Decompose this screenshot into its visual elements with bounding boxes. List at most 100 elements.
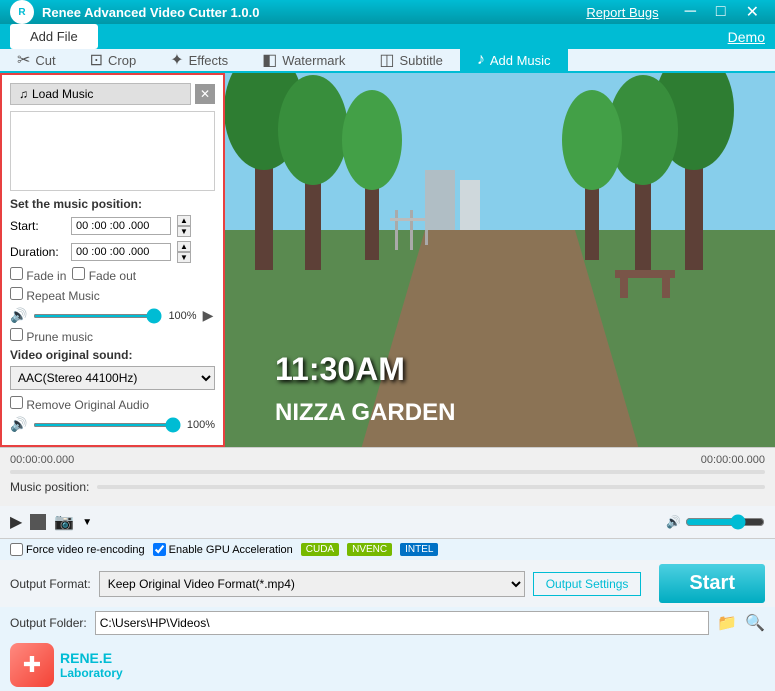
music-play-button[interactable]: ▶ [203, 307, 214, 324]
close-button[interactable]: ✕ [740, 0, 765, 24]
set-position-label: Set the music position: [10, 197, 215, 211]
tab-cut-label: Cut [35, 53, 55, 68]
minimize-button[interactable]: ─ [679, 0, 702, 24]
encoding-bar: Force video re-encoding Enable GPU Accel… [0, 538, 775, 560]
start-time-spinner: ▲ ▼ [177, 215, 191, 237]
folder-path-input[interactable] [95, 611, 709, 635]
output-format-row: Output Format: Keep Original Video Forma… [0, 560, 775, 607]
start-time-input[interactable] [71, 217, 171, 235]
fade-in-checkbox[interactable] [10, 267, 23, 280]
force-encoding-checkbox[interactable] [10, 543, 23, 556]
logo-icon: ✚ [10, 643, 54, 687]
volume-ctrl-icon: 🔊 [666, 515, 681, 529]
svg-text:NIZZA GARDEN: NIZZA GARDEN [275, 399, 455, 426]
tab-add-music[interactable]: ♪ Add Music [460, 49, 568, 71]
tab-bar: ✂ Cut ⊡ Crop ✦ Effects ◧ Watermark ◫ Sub… [0, 49, 775, 73]
remove-audio-row: Remove Original Audio [10, 396, 215, 412]
output-folder-label: Output Folder: [10, 616, 87, 630]
fade-out-text: Fade out [89, 269, 136, 283]
remove-audio-label[interactable]: Remove Original Audio [10, 396, 149, 412]
load-music-row: ♫ Load Music ✕ [10, 83, 215, 105]
screenshot-button[interactable]: 📷 [54, 512, 74, 532]
duration-time-input[interactable] [71, 243, 171, 261]
duration-time-row: Duration: ▲ ▼ [10, 241, 215, 263]
video-volume-percent: 100% [187, 419, 215, 431]
logo-text: RENE.E Laboratory [60, 650, 123, 680]
duration-up-btn[interactable]: ▲ [177, 241, 191, 252]
timeline-bar[interactable] [10, 470, 765, 474]
window-controls: ─ □ ✕ [679, 0, 765, 24]
video-volume-slider[interactable] [33, 423, 180, 427]
music-icon: ♪ [477, 51, 485, 69]
tab-subtitle[interactable]: ◫ Subtitle [362, 49, 460, 71]
volume-icon: 🔊 [10, 307, 27, 324]
maximize-button[interactable]: □ [710, 0, 732, 24]
tab-subtitle-label: Subtitle [399, 53, 442, 68]
screenshot-dropdown-icon[interactable]: ▼ [82, 517, 92, 528]
timeline-time-right: 00:00:00.000 [701, 454, 765, 466]
gpu-acceleration-checkbox[interactable] [153, 543, 166, 556]
tab-crop-label: Crop [108, 53, 136, 68]
fade-in-label[interactable]: Fade in [10, 267, 66, 283]
subtitle-icon: ◫ [379, 50, 394, 70]
demo-link[interactable]: Demo [728, 29, 765, 45]
video-sound-label: Video original sound: [10, 348, 215, 362]
fade-row: Fade in Fade out [10, 267, 215, 283]
add-file-button[interactable]: Add File [10, 24, 98, 49]
output-format-select[interactable]: Keep Original Video Format(*.mp4) [99, 571, 525, 597]
audio-format-select[interactable]: AAC(Stereo 44100Hz) [10, 366, 215, 390]
tab-effects[interactable]: ✦ Effects [153, 49, 245, 71]
video-preview: 11:30AM NIZZA GARDEN [225, 73, 775, 447]
audio-format-row: AAC(Stereo 44100Hz) [10, 366, 215, 390]
browse-folder-button[interactable]: 📁 [717, 613, 737, 633]
main-toolbar: Add File Demo [0, 24, 775, 49]
close-music-button[interactable]: ✕ [195, 84, 215, 104]
repeat-music-label[interactable]: Repeat Music [10, 287, 100, 303]
tab-watermark[interactable]: ◧ Watermark [245, 49, 362, 71]
output-settings-button[interactable]: Output Settings [533, 572, 642, 596]
tab-add-music-label: Add Music [490, 53, 551, 68]
repeat-music-row: Repeat Music [10, 287, 215, 303]
start-down-btn[interactable]: ▼ [177, 226, 191, 237]
report-bugs-link[interactable]: Report Bugs [586, 5, 658, 20]
tab-effects-label: Effects [189, 53, 229, 68]
fade-in-text: Fade in [26, 269, 66, 283]
duration-time-spinner: ▲ ▼ [177, 241, 191, 263]
tab-crop[interactable]: ⊡ Crop [73, 49, 154, 71]
repeat-music-checkbox[interactable] [10, 287, 23, 300]
stop-button[interactable] [30, 514, 46, 530]
video-volume-icon: 🔊 [10, 416, 27, 433]
music-position-bar [97, 485, 765, 489]
cuda-badge: CUDA [301, 543, 339, 556]
start-button[interactable]: Start [659, 564, 765, 603]
fade-out-label[interactable]: Fade out [72, 267, 136, 283]
timeline-area: 00:00:00.000 00:00:00.000 Music position… [0, 447, 775, 506]
tab-cut[interactable]: ✂ Cut [0, 49, 73, 71]
prune-music-row: Prune music [10, 328, 215, 344]
search-folder-button[interactable]: 🔍 [745, 613, 765, 633]
load-music-button[interactable]: ♫ Load Music [10, 83, 191, 105]
nvenc-badge: NVENC [347, 543, 392, 556]
volume-slider[interactable] [33, 314, 162, 318]
music-note-icon: ♫ [19, 87, 28, 101]
timeline-times: 00:00:00.000 00:00:00.000 [10, 454, 765, 466]
output-format-label: Output Format: [10, 577, 91, 591]
prune-music-label[interactable]: Prune music [10, 328, 93, 344]
gpu-acceleration-label[interactable]: Enable GPU Acceleration [153, 543, 293, 556]
encoding-options: Force video re-encoding Enable GPU Accel… [10, 543, 438, 556]
start-time-row: Start: ▲ ▼ [10, 215, 215, 237]
volume-row: 🔊 100% ▶ [10, 307, 215, 324]
start-up-btn[interactable]: ▲ [177, 215, 191, 226]
logo-line2: Laboratory [60, 666, 123, 680]
force-encoding-label[interactable]: Force video re-encoding [10, 543, 145, 556]
fade-out-checkbox[interactable] [72, 267, 85, 280]
video-scene-svg: 11:30AM NIZZA GARDEN [225, 73, 775, 447]
remove-audio-checkbox[interactable] [10, 396, 23, 409]
duration-down-btn[interactable]: ▼ [177, 252, 191, 263]
app-logo: R [10, 0, 34, 24]
duration-label: Duration: [10, 245, 65, 259]
force-encoding-text: Force video re-encoding [26, 544, 145, 556]
play-button[interactable]: ▶ [10, 512, 22, 532]
volume-ctrl-slider[interactable] [685, 514, 765, 530]
prune-music-checkbox[interactable] [10, 328, 23, 341]
